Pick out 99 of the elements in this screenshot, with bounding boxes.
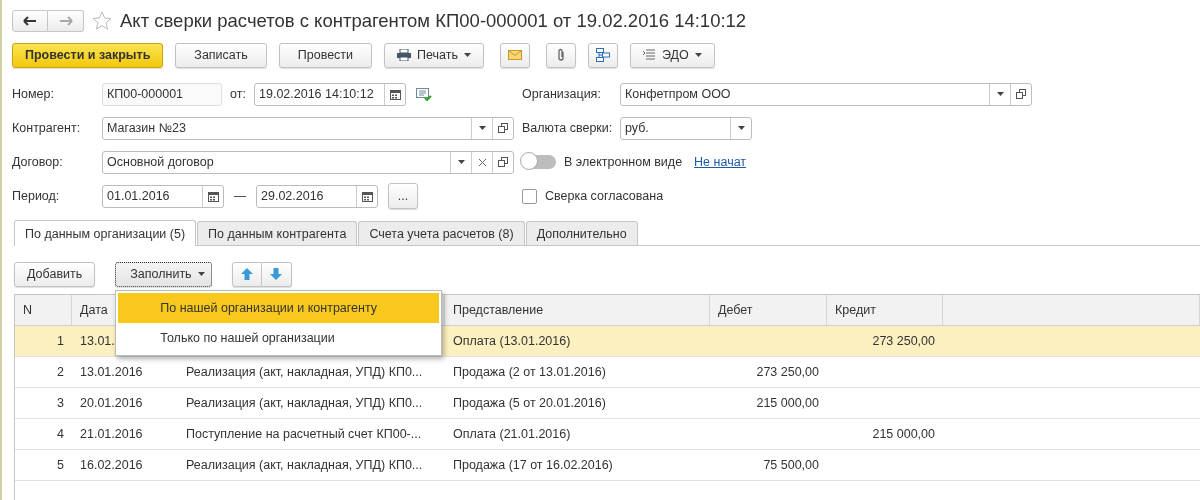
back-arrow-icon bbox=[23, 16, 37, 26]
table-cell: Реализация (акт, накладная, УПД) КП0... bbox=[186, 458, 423, 472]
calendar-icon[interactable] bbox=[207, 190, 219, 202]
open-form-icon[interactable] bbox=[498, 123, 508, 133]
table-cell: Реализация (акт, накладная, УПД) КП0... bbox=[186, 396, 423, 410]
table-cell: Продажа (17 от 16.02.2016) bbox=[453, 458, 613, 472]
table-cell: 16.02.2016 bbox=[80, 458, 143, 472]
paperclip-icon bbox=[556, 48, 566, 62]
period-select-button[interactable]: ... bbox=[388, 183, 418, 209]
print-button[interactable]: Печать bbox=[384, 42, 484, 68]
fill-button[interactable]: Заполнить bbox=[115, 261, 212, 287]
open-form-icon[interactable] bbox=[498, 157, 508, 167]
forward-arrow-icon bbox=[58, 16, 73, 26]
field-label: Номер: bbox=[12, 87, 55, 101]
table-cell: 75 500,00 bbox=[763, 458, 819, 472]
field-label: от: bbox=[229, 87, 247, 101]
field-label: Валюта сверки: bbox=[522, 121, 614, 135]
period-start-field[interactable]: 01.01.2016 bbox=[102, 184, 224, 208]
toggle-switch[interactable] bbox=[522, 155, 556, 169]
period-separator: — bbox=[232, 189, 248, 203]
checkbox[interactable] bbox=[522, 188, 537, 204]
contract-field[interactable]: Основной договор bbox=[102, 150, 514, 174]
email-button[interactable] bbox=[500, 42, 530, 68]
window-title: Акт сверки расчетов с контрагентом КП00-000001 от 19.02.2016 14:10:12 bbox=[120, 10, 747, 32]
menu-item[interactable]: По нашей организации и контрагенту bbox=[118, 292, 440, 323]
tab[interactable]: По данным контрагента bbox=[197, 221, 358, 245]
star-icon[interactable] bbox=[92, 11, 112, 31]
status-link[interactable]: Не начат bbox=[694, 155, 747, 169]
period-end-field[interactable]: 29.02.2016 bbox=[256, 184, 378, 208]
table-cell: 3 bbox=[57, 396, 64, 410]
up-arrow-icon bbox=[240, 268, 253, 280]
counterparty-field[interactable]: Магазин №23 bbox=[102, 116, 514, 140]
edo-button[interactable]: ЭДО bbox=[630, 42, 715, 68]
caret-icon bbox=[197, 272, 205, 276]
document-check-icon bbox=[416, 87, 432, 101]
table-cell: Продажа (5 от 20.01.2016) bbox=[453, 396, 606, 410]
structure-icon bbox=[596, 48, 610, 62]
table-cell: 1 bbox=[57, 334, 64, 348]
table-row[interactable]: 5 16.02.2016 Реализация (акт, накладная, УПД) КП0... Продажа (17 от 16.02.2016) 75 500,00 bbox=[15, 450, 1200, 481]
table-cell: Оплата (21.01.2016) bbox=[453, 427, 571, 441]
table-cell: 273 250,00 bbox=[872, 334, 935, 348]
back-button[interactable] bbox=[12, 10, 48, 32]
field-label: Организация: bbox=[522, 87, 602, 101]
checkbox-label: Сверка согласована bbox=[545, 189, 664, 203]
table-cell: 215 000,00 bbox=[872, 427, 935, 441]
table-cell: 273 250,00 bbox=[756, 365, 819, 379]
column-header: Дебет bbox=[718, 303, 753, 317]
dropdown-arrow-icon[interactable] bbox=[737, 126, 745, 130]
table-row[interactable]: 3 20.01.2016 Реализация (акт, накладная, УПД) КП0... Продажа (5 от 20.01.2016) 215 000,00 bbox=[15, 388, 1200, 419]
field-label: Период: bbox=[12, 189, 61, 203]
document-lines-icon bbox=[643, 49, 656, 61]
open-form-icon[interactable] bbox=[1016, 89, 1026, 99]
table-cell: 21.01.2016 bbox=[80, 427, 143, 441]
tab[interactable]: Счета учета расчетов (8) bbox=[358, 221, 525, 245]
number-field[interactable]: КП00-000001 bbox=[102, 82, 222, 106]
dropdown-arrow-icon[interactable] bbox=[478, 126, 486, 130]
dropdown-arrow-icon[interactable] bbox=[996, 92, 1004, 96]
attachments-button[interactable] bbox=[546, 42, 576, 68]
table-cell: 2 bbox=[57, 365, 64, 379]
add-button[interactable]: Добавить bbox=[14, 261, 96, 287]
dropdown-arrow-icon[interactable] bbox=[457, 160, 465, 164]
column-header: Дата bbox=[80, 303, 108, 317]
move-up-button[interactable] bbox=[231, 261, 262, 287]
table-cell: Продажа (2 от 13.01.2016) bbox=[453, 365, 606, 379]
table-cell: 13.01. bbox=[80, 334, 115, 348]
caret-icon bbox=[464, 53, 471, 57]
calendar-icon[interactable] bbox=[389, 88, 401, 100]
tab[interactable]: Дополнительно bbox=[525, 221, 638, 245]
toolbar-button[interactable]: Записать bbox=[175, 42, 267, 68]
date-field[interactable]: 19.02.2016 14:10:12 bbox=[254, 82, 406, 106]
field-label: Договор: bbox=[12, 155, 64, 169]
down-arrow-icon bbox=[270, 268, 283, 280]
table-cell: Реализация (акт, накладная, УПД) КП0... bbox=[186, 365, 423, 379]
post-and-close-button[interactable]: Провести и закрыть bbox=[12, 42, 164, 68]
table-cell: Оплата (13.01.2016) bbox=[453, 334, 571, 348]
organization-field[interactable]: Конфетпром ООО bbox=[620, 82, 1032, 106]
table-cell: 4 bbox=[57, 427, 64, 441]
table-row[interactable]: 4 21.01.2016 Поступление на расчетный счет КП00-... Оплата (21.01.2016) 215 000,00 bbox=[15, 419, 1200, 450]
table-cell: 5 bbox=[57, 458, 64, 472]
tab[interactable]: По данным организации (5) bbox=[14, 220, 197, 246]
table-cell: 20.01.2016 bbox=[80, 396, 143, 410]
column-header: N bbox=[23, 303, 33, 317]
envelope-icon bbox=[508, 50, 522, 60]
calendar-icon[interactable] bbox=[361, 190, 373, 202]
toolbar-button[interactable]: Провести bbox=[278, 42, 373, 68]
table-row[interactable]: 2 13.01.2016 Реализация (акт, накладная, УПД) КП0... Продажа (2 от 13.01.2016) 273 250,00 bbox=[15, 357, 1200, 388]
table-cell: 215 000,00 bbox=[756, 396, 819, 410]
column-header: Представление bbox=[453, 303, 544, 317]
field-label: Контрагент: bbox=[12, 121, 82, 135]
currency-field[interactable]: руб. bbox=[620, 116, 752, 140]
printer-icon bbox=[397, 49, 412, 61]
toggle-label: В электронном виде bbox=[564, 155, 683, 169]
column-header: Кредит bbox=[835, 303, 876, 317]
table-cell: Поступление на расчетный счет КП00-... bbox=[186, 427, 422, 441]
document-structure-button[interactable] bbox=[588, 42, 618, 68]
caret-icon bbox=[694, 53, 702, 57]
move-down-button[interactable] bbox=[261, 261, 292, 287]
table-cell: 13.01.2016 bbox=[80, 365, 143, 379]
clear-icon[interactable] bbox=[478, 158, 486, 166]
